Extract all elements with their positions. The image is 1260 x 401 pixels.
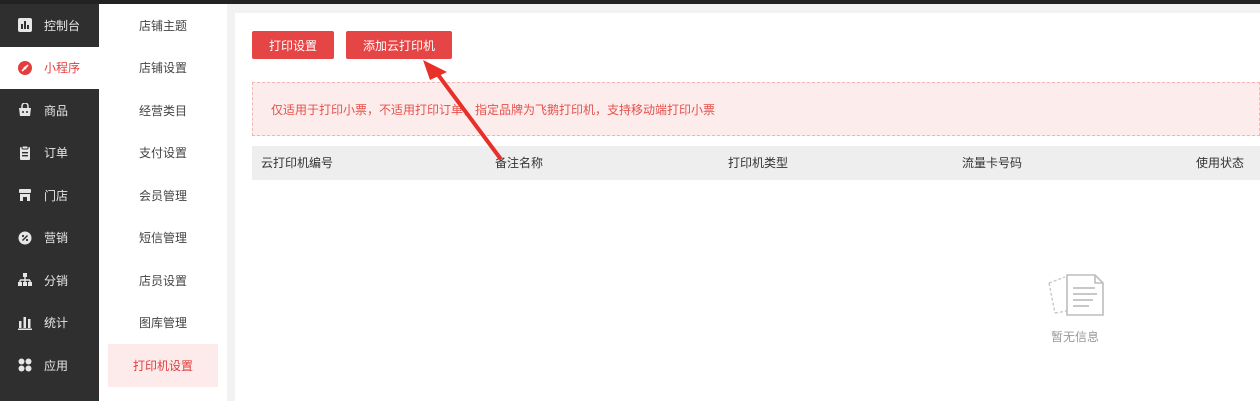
- sidebar-item-label: 营销: [44, 231, 69, 246]
- statistics-icon: [17, 315, 33, 331]
- sidebar-item-statistics[interactable]: 统计: [0, 302, 99, 345]
- column-header-status: 使用状态: [1196, 156, 1245, 170]
- print-settings-button[interactable]: 打印设置: [252, 31, 334, 59]
- dashboard-icon: [17, 17, 33, 33]
- mini-program-icon: [17, 60, 33, 76]
- add-cloud-printer-button[interactable]: 添加云打印机: [346, 31, 452, 59]
- subnav-item-payment-settings[interactable]: 支付设置: [99, 132, 227, 175]
- main-panel: 打印设置 添加云打印机 仅适用于打印小票，不适用打印订单，指定品牌为飞鹅打印机，…: [235, 13, 1260, 401]
- sidebar-item-apps[interactable]: 应用: [0, 344, 99, 387]
- store-icon: [17, 187, 33, 203]
- main-sidebar: 控制台 小程序 商品 订单 门店 营销 分销 统计 应用: [0, 4, 99, 401]
- sidebar-item-label: 小程序: [44, 61, 81, 76]
- empty-document-icon: [1041, 274, 1109, 326]
- subnav-item-member-management[interactable]: 会员管理: [99, 174, 227, 217]
- column-header-printer-id: 云打印机编号: [261, 156, 334, 170]
- sidebar-item-label: 控制台: [44, 18, 81, 33]
- table-header: 云打印机编号 备注名称 打印机类型 流量卡号码 使用状态: [252, 146, 1260, 180]
- goods-icon: [17, 102, 33, 118]
- subnav-item-printer-settings[interactable]: 打印机设置: [108, 344, 218, 387]
- sidebar-item-orders[interactable]: 订单: [0, 132, 99, 175]
- sidebar-item-store[interactable]: 门店: [0, 174, 99, 217]
- sidebar-item-label: 统计: [44, 316, 69, 331]
- subnav-item-staff-settings[interactable]: 店员设置: [99, 259, 227, 302]
- notice-banner: 仅适用于打印小票，不适用打印订单，指定品牌为飞鹅打印机，支持移动端打印小票: [252, 82, 1260, 136]
- subnav-item-business-category[interactable]: 经营类目: [99, 89, 227, 132]
- distribution-icon: [17, 272, 33, 288]
- apps-icon: [17, 357, 33, 373]
- sidebar-item-label: 门店: [44, 188, 69, 203]
- subnav-item-shop-settings[interactable]: 店铺设置: [99, 47, 227, 90]
- column-header-sim-card-number: 流量卡号码: [962, 156, 1023, 170]
- column-header-remark-name: 备注名称: [495, 156, 544, 170]
- sidebar-item-label: 应用: [44, 358, 69, 373]
- sidebar-item-distribution[interactable]: 分销: [0, 259, 99, 302]
- sidebar-item-marketing[interactable]: 营销: [0, 217, 99, 260]
- sub-navigation: 店铺主题 店铺设置 经营类目 支付设置 会员管理 短信管理 店员设置 图库管理 …: [99, 4, 227, 401]
- column-header-printer-type: 打印机类型: [728, 156, 789, 170]
- subnav-item-sms-management[interactable]: 短信管理: [99, 217, 227, 260]
- sidebar-item-label: 订单: [44, 146, 69, 161]
- marketing-icon: [17, 230, 33, 246]
- subnav-item-shop-theme[interactable]: 店铺主题: [99, 4, 227, 47]
- sidebar-item-label: 分销: [44, 273, 69, 288]
- empty-state: 暂无信息: [1035, 271, 1115, 345]
- notice-text: 仅适用于打印小票，不适用打印订单，指定品牌为飞鹅打印机，支持移动端打印小票: [271, 102, 716, 117]
- order-icon: [17, 145, 33, 161]
- empty-state-label: 暂无信息: [1050, 330, 1099, 344]
- sidebar-item-mini-program[interactable]: 小程序: [0, 46, 99, 89]
- subnav-item-gallery-management[interactable]: 图库管理: [99, 302, 227, 345]
- sidebar-item-dashboard[interactable]: 控制台: [0, 4, 99, 47]
- sidebar-item-label: 商品: [44, 103, 69, 118]
- sidebar-item-goods[interactable]: 商品: [0, 89, 99, 132]
